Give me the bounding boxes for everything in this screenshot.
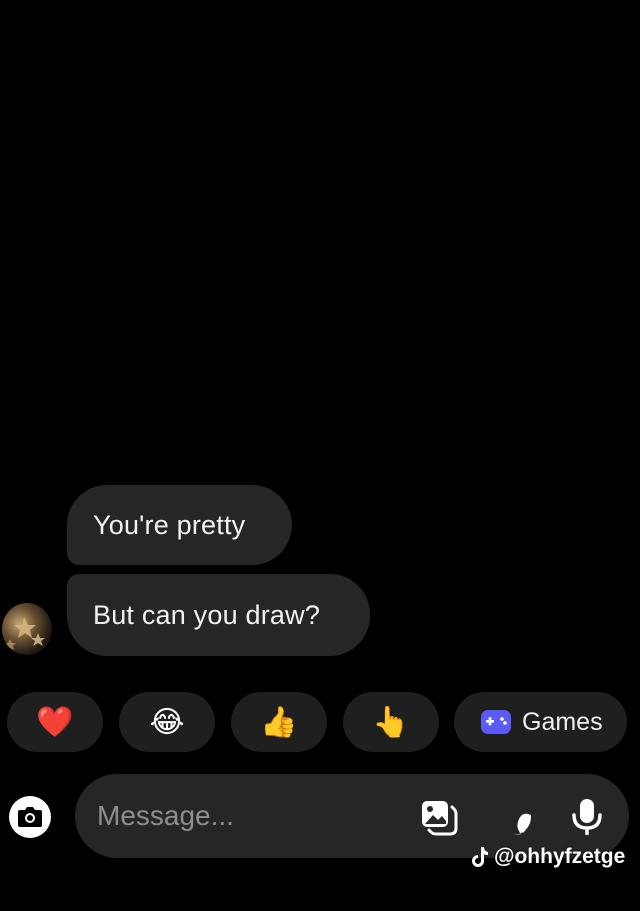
games-button[interactable]: Games	[454, 692, 627, 752]
message-input[interactable]	[97, 796, 397, 836]
gallery-icon	[422, 801, 458, 836]
quick-reply-bar: ❤️ 😂 👍 👆 Games	[0, 692, 640, 754]
message-bubble[interactable]: You're pretty	[67, 485, 292, 565]
message-bubble[interactable]: But can you draw?	[67, 574, 370, 656]
watermark-handle: @ohhyfzetge	[494, 845, 626, 868]
avatar[interactable]	[2, 603, 52, 655]
gallery-button[interactable]	[418, 796, 460, 838]
microphone-icon	[572, 799, 602, 835]
quick-reaction-laugh[interactable]: 😂	[119, 692, 215, 752]
pointing-icon: 👆	[372, 705, 410, 739]
game-controller-icon	[481, 710, 511, 734]
camera-icon	[18, 807, 42, 827]
sticker-button[interactable]	[492, 796, 534, 838]
quick-reaction-thumbs-up[interactable]: 👍	[231, 692, 327, 752]
camera-button[interactable]	[9, 796, 51, 838]
quick-reaction-pointing[interactable]: 👆	[343, 692, 439, 752]
sticker-icon	[495, 799, 531, 835]
message-text: You're pretty	[93, 509, 246, 540]
avatar-image	[4, 617, 45, 650]
games-label: Games	[522, 707, 603, 736]
quick-reaction-heart[interactable]: ❤️	[7, 692, 103, 752]
heart-icon: ❤️	[36, 705, 74, 739]
chat-area: You're pretty But can you draw?	[0, 0, 640, 680]
thumbs-up-icon: 👍	[260, 705, 298, 739]
laughing-icon: 😂	[149, 705, 185, 739]
tiktok-icon	[472, 847, 488, 867]
message-text: But can you draw?	[93, 599, 321, 630]
tiktok-watermark: @ohhyfzetge	[470, 845, 625, 869]
microphone-button[interactable]	[566, 796, 608, 838]
